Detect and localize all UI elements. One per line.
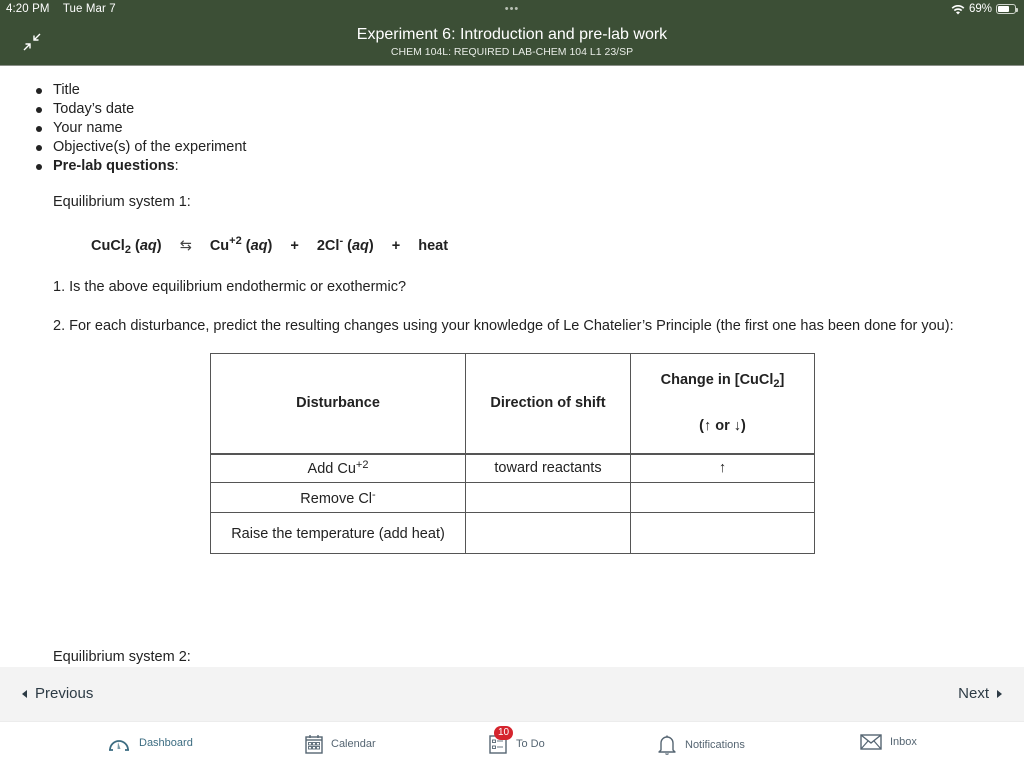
todo-icon-wrap: 10 [488,726,514,754]
disturbance-text: Raise the temperature (add heat) [231,526,445,542]
header-change-prefix: Change in [CuCl [660,372,774,389]
tab-notifications[interactable]: Notifications [657,734,745,756]
list-item: Your name [34,119,246,138]
question-2: 2. For each disturbance, predict the res… [53,318,954,334]
tab-dashboard-label: Dashboard [139,737,193,749]
product-1-charge: +2 [229,235,242,247]
bottom-tab-bar: Dashboard Calendar 10 To Do Notification… [0,721,1024,768]
multitasking-dots[interactable]: ••• [505,3,520,15]
plus-sign: + [391,238,401,254]
reactant-formula: CuCl [91,238,125,254]
reactant: CuCl2 (aq) [91,238,162,256]
status-time: 4:20 PM [6,3,50,15]
tab-todo[interactable]: 10 To Do [488,726,545,754]
header-change-hint: (↑ or ↓) [699,418,746,435]
checklist: Title Today’s date Your name Objective(s… [34,81,246,176]
header-direction: Direction of shift [465,353,631,454]
prelab-label: Pre-lab questions [53,158,175,174]
question-1: 1. Is the above equilibrium endothermic … [53,279,407,295]
cell-disturbance: Raise the temperature (add heat) [210,512,466,554]
aq-state: aq [250,238,268,254]
equilibrium-2-label: Equilibrium system 2: [53,649,191,665]
cell-direction[interactable]: toward reactants [465,452,631,483]
battery-fill [998,6,1010,12]
page-content: Title Today’s date Your name Objective(s… [0,67,1024,667]
heat-term: heat [418,238,449,254]
table-row: Raise the temperature (add heat) [210,512,815,554]
module-pager: Previous Next [0,667,1024,721]
list-item: Pre-lab questions: [34,157,246,176]
calendar-icon [305,735,323,754]
previous-label: Previous [35,685,94,702]
reactant-subscript: 2 [124,244,131,256]
table-header-row: Disturbance Direction of shift Change in… [210,353,815,454]
dashboard-icon [109,740,129,751]
status-bar-left: 4:20 PM Tue Mar 7 [6,3,116,15]
todo-count-badge: 10 [494,726,514,740]
battery-percent: 69% [968,3,992,15]
battery-icon [996,4,1018,14]
cell-direction[interactable] [465,512,631,554]
mail-icon [860,734,882,750]
tab-inbox-label: Inbox [890,736,917,748]
previous-button[interactable]: Previous [22,685,93,702]
cell-change[interactable]: ↑ [630,452,815,483]
product-1: Cu+2 (aq) [209,235,273,254]
status-bar-right: 69% [951,3,1018,15]
status-date: Tue Mar 7 [62,3,116,15]
wifi-icon [951,4,965,14]
tab-todo-label: To Do [516,738,545,750]
bell-icon [658,735,676,755]
next-arrow-icon [997,689,1002,698]
next-label: Next [958,685,989,702]
title-block: Experiment 6: Introduction and pre-lab w… [0,26,1024,58]
aq-state: aq [351,238,369,254]
battery-tip [1016,8,1018,12]
cell-change[interactable] [630,512,815,554]
chemical-equation: CuCl2 (aq) ⇆ Cu+2 (aq) + 2Cl- (aq) + hea… [91,235,448,256]
app-header: 4:20 PM Tue Mar 7 ••• 69% Experiment 6: … [0,0,1024,66]
cell-change[interactable] [630,482,815,513]
disturbance-text: Add Cu [307,461,356,478]
tab-inbox[interactable]: Inbox [860,734,917,750]
table-row: Add Cu+2 toward reactants ↑ [210,452,815,483]
cell-disturbance: Add Cu+2 [210,452,466,483]
charge-superscript: +2 [355,459,369,472]
tab-dashboard[interactable]: Dashboard [107,734,193,752]
tab-calendar[interactable]: Calendar [305,734,376,754]
list-item: Objective(s) of the experiment [34,138,246,157]
previous-arrow-icon [22,689,27,698]
cell-disturbance: Remove Cl- [210,482,466,513]
charge-superscript: - [372,488,376,501]
list-item: Title [34,81,246,100]
product-2: 2Cl- (aq) [316,235,374,254]
product-2-formula: 2Cl [316,238,340,254]
plus-sign: + [290,238,299,254]
header-change-title: Change in [CuCl2] [631,359,814,405]
course-subtitle: CHEM 104L: REQUIRED LAB-CHEM 104 L1 23/S… [390,46,634,58]
equilibrium-1-label: Equilibrium system 1: [53,194,191,210]
table-row: Remove Cl- [210,482,815,513]
tab-calendar-label: Calendar [331,738,376,750]
list-item: Today’s date [34,100,246,119]
disturbance-text: Remove Cl [300,490,373,507]
tab-notifications-label: Notifications [685,739,745,751]
header-change-suffix: ] [779,372,785,389]
aq-state: aq [139,238,157,254]
header-disturbance: Disturbance [210,353,466,454]
le-chatelier-table: Disturbance Direction of shift Change in… [210,353,815,554]
page-title: Experiment 6: Introduction and pre-lab w… [356,26,668,43]
header-change: Change in [CuCl2] (↑ or ↓) [630,353,815,454]
next-button[interactable]: Next [958,685,1002,702]
prelab-colon: : [174,158,179,174]
cell-direction[interactable] [465,482,631,513]
equilibrium-arrow-icon: ⇆ [179,238,192,254]
product-2-charge: - [339,235,344,247]
product-1-formula: Cu [209,238,230,254]
